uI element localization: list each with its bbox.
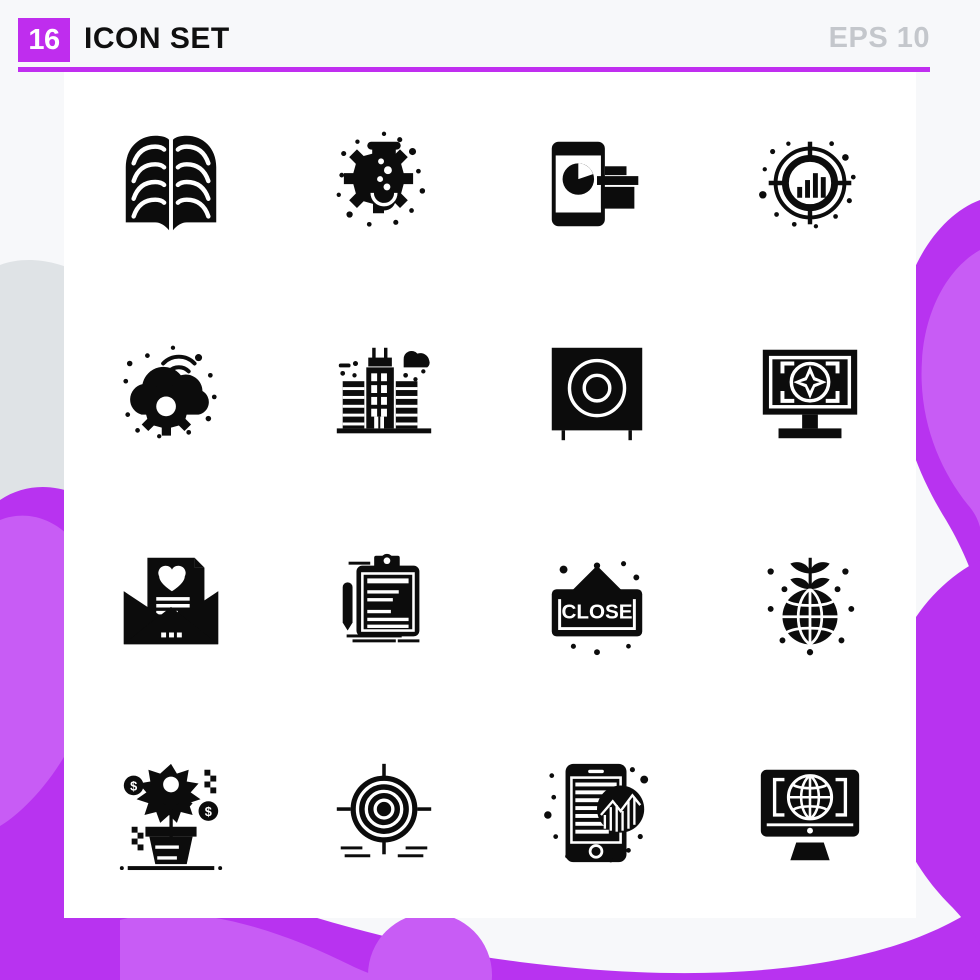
mobile-analytics-icon <box>543 763 648 863</box>
open-book-icon <box>125 135 216 231</box>
header: 16 ICON SET EPS 10 <box>0 0 980 72</box>
globe-sprout-icon <box>767 557 854 656</box>
clipboard-pencil-icon <box>342 553 419 643</box>
target-bar-chart-icon <box>758 141 856 229</box>
pencil-shape <box>342 582 353 631</box>
page-title: ICON SET <box>84 22 230 55</box>
monitor-globe-icon <box>760 769 859 861</box>
eps-version-label: EPS 10 <box>828 22 930 54</box>
icon-cell-clipboard[interactable] <box>277 498 490 708</box>
icon-cell-target[interactable] <box>277 708 490 918</box>
monitor-focus-icon <box>762 349 857 439</box>
icon-cell-close-sign[interactable]: CLOSE <box>490 498 703 708</box>
icon-cell-eco-globe[interactable] <box>703 498 916 708</box>
icon-cell-love-letter[interactable] <box>64 498 277 708</box>
coin-dollar-right: $ <box>204 804 211 819</box>
love-letter-envelope-icon <box>123 557 218 645</box>
icon-set-canvas: 16 ICON SET EPS 10 CLOSE $ $ <box>0 0 980 980</box>
city-buildings-icon <box>336 347 431 434</box>
icon-cell-open-book[interactable] <box>64 78 277 288</box>
speaker-subwoofer-icon <box>551 347 642 441</box>
icon-grid: CLOSE $ $ <box>64 78 916 918</box>
mobile-pie-chart-briefcase-icon <box>551 141 638 227</box>
header-divider-rule <box>18 67 930 72</box>
icon-count-badge-label: 16 <box>28 23 60 56</box>
icon-cell-cloud-settings[interactable] <box>64 288 277 498</box>
icon-cell-target-analytics[interactable] <box>703 78 916 288</box>
icon-count-badge: 16 <box>18 18 70 62</box>
icon-cell-monitor-focus[interactable] <box>703 288 916 498</box>
icon-cell-mobile-report[interactable] <box>490 78 703 288</box>
coin-dollar-left: $ <box>130 778 137 793</box>
close-sign-icon: CLOSE <box>551 561 642 656</box>
icon-cell-global-network[interactable] <box>703 708 916 918</box>
icon-cell-money-growth[interactable]: $ $ <box>64 708 277 918</box>
close-sign-text: CLOSE <box>561 601 632 624</box>
money-plant-growth-icon: $ $ <box>119 763 222 871</box>
test-tube-gear-icon <box>336 131 425 227</box>
bar-chart-bars <box>796 173 826 198</box>
icon-cell-test-tube-gear[interactable] <box>277 78 490 288</box>
icon-cell-speaker[interactable] <box>490 288 703 498</box>
cloud-gear-wifi-icon <box>122 345 217 439</box>
crosshair-target-icon <box>336 763 431 858</box>
icon-cell-mobile-analytics[interactable] <box>490 708 703 918</box>
icon-cell-city-buildings[interactable] <box>277 288 490 498</box>
